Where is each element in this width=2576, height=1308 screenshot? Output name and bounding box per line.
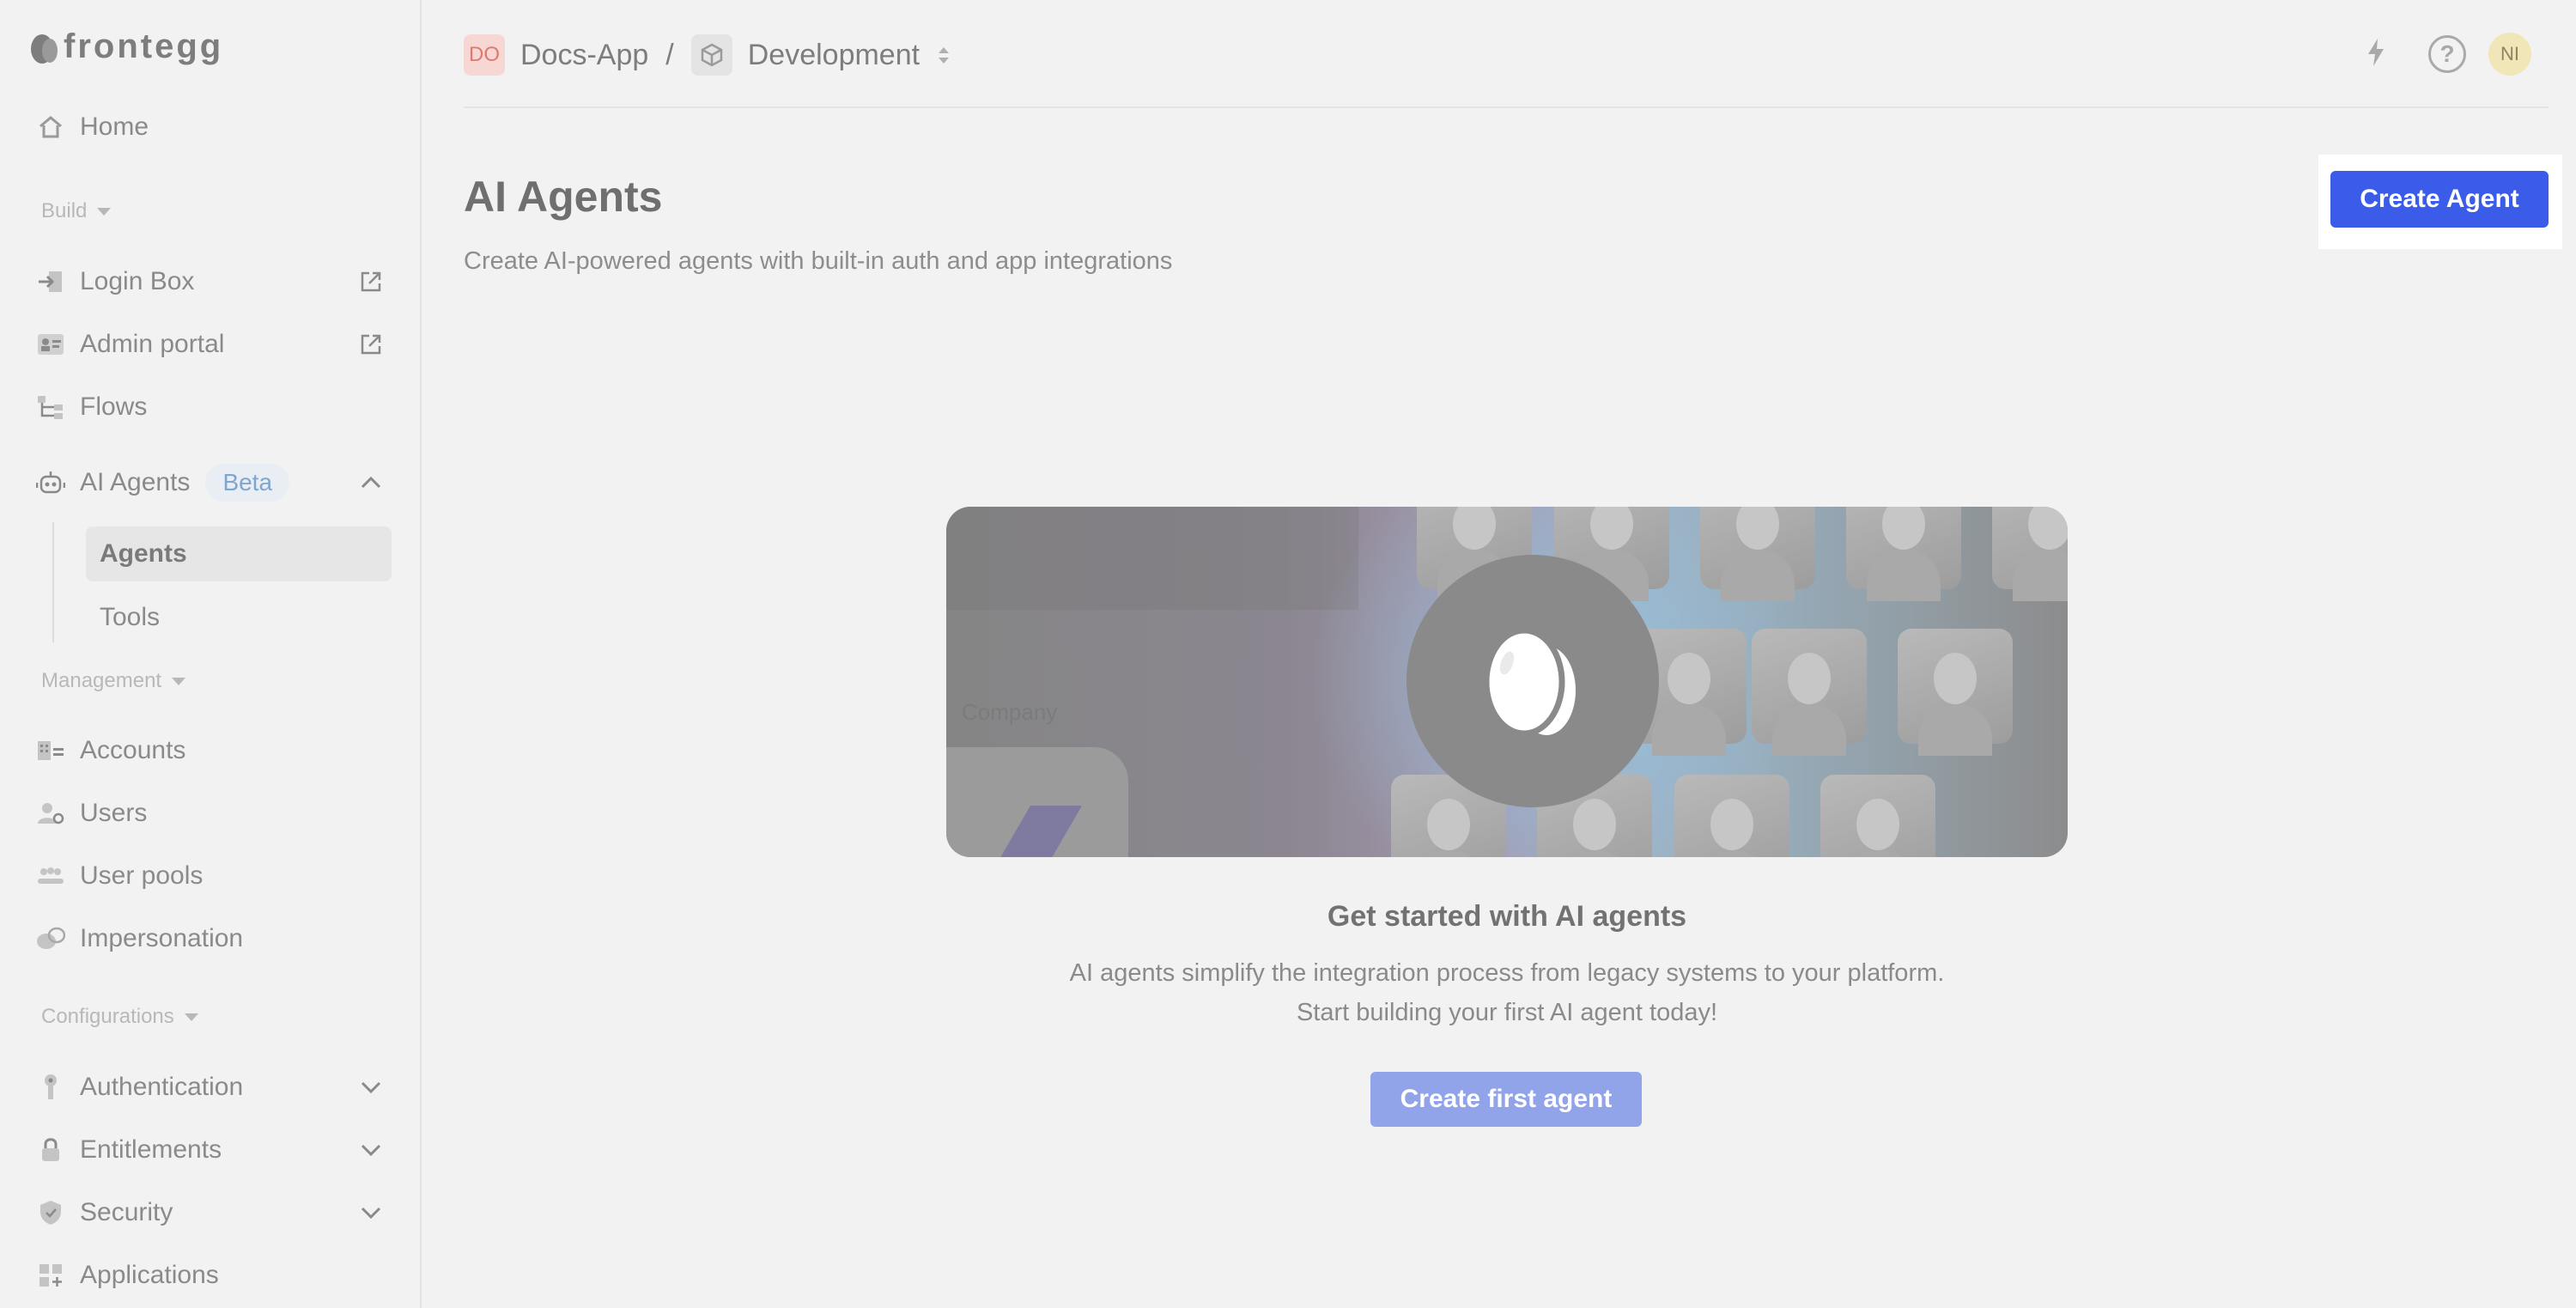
user-settings-icon	[36, 799, 65, 828]
login-icon	[36, 267, 65, 296]
shield-icon	[36, 1198, 65, 1227]
avatar-tile	[1820, 775, 1935, 857]
submenu-guide-line	[52, 522, 54, 642]
sidebar-item-label: AI Agents	[80, 468, 191, 496]
sidebar-item-label: Login Box	[80, 267, 195, 295]
sidebar-item-label: Impersonation	[80, 924, 244, 952]
applications-icon	[36, 1261, 65, 1290]
chevron-down-icon[interactable]	[354, 1124, 388, 1176]
flows-icon	[36, 392, 65, 422]
header-actions: ? NI	[2366, 33, 2531, 76]
robot-icon	[36, 468, 65, 497]
company-label: Company	[962, 699, 1058, 725]
avatar-tile	[1898, 629, 2013, 756]
breadcrumb-separator: /	[665, 38, 674, 71]
sidebar-item-flows[interactable]: Flows	[36, 381, 388, 433]
caret-down-icon	[97, 207, 112, 216]
avatar-tile	[1674, 775, 1789, 857]
section-management[interactable]: Management	[41, 669, 186, 693]
empty-state-title: Get started with AI agents	[1327, 900, 1687, 933]
sidebar-subitem-tools[interactable]: Tools	[86, 590, 392, 645]
sidebar-item-label: Home	[80, 113, 149, 141]
page-subtitle: Create AI-powered agents with built-in a…	[464, 247, 1173, 275]
ai-agents-hero-illustration: Company	[946, 507, 2068, 857]
sidebar-item-user-pools[interactable]: User pools	[36, 850, 388, 902]
egg-icon	[1483, 627, 1576, 737]
sidebar-item-users[interactable]: Users	[36, 788, 388, 839]
app-initials-badge[interactable]: DO	[464, 34, 505, 76]
hero-top-band	[946, 507, 1358, 610]
egg-logo-icon	[31, 34, 58, 64]
sidebar-item-label: Admin portal	[80, 330, 225, 358]
company-card	[946, 747, 1128, 857]
caret-down-icon	[184, 1013, 198, 1021]
sidebar-item-admin-portal[interactable]: Admin portal	[36, 319, 388, 370]
app-name-link[interactable]: Docs-App	[520, 39, 648, 72]
user-pools-icon	[36, 861, 65, 891]
sidebar-item-security[interactable]: Security	[36, 1187, 388, 1238]
empty-state-line-1: AI agents simplify the integration proce…	[1069, 959, 1945, 987]
sidebar-item-impersonation[interactable]: Impersonation	[36, 913, 388, 964]
selector-updown-icon[interactable]	[939, 46, 950, 64]
top-header: DO Docs-App / Development ? NI	[464, 0, 2549, 108]
avatar-tile	[1992, 507, 2068, 601]
sidebar-item-authentication[interactable]: Authentication	[36, 1062, 388, 1113]
environment-cube-icon	[690, 34, 732, 76]
sidebar-item-label: Applications	[80, 1261, 219, 1289]
sidebar-item-label: Accounts	[80, 736, 186, 764]
sidebar-item-ai-agents[interactable]: AI Agents Beta	[36, 457, 388, 508]
breadcrumb: DO Docs-App / Development	[464, 34, 950, 76]
chevron-down-icon[interactable]	[354, 1062, 388, 1113]
admin-portal-icon	[36, 330, 65, 359]
empty-state-line-2: Start building your first AI agent today…	[1296, 999, 1718, 1026]
external-link-icon[interactable]	[354, 319, 388, 370]
sidebar-item-entitlements[interactable]: Entitlements	[36, 1124, 388, 1176]
egg-logo-circle	[1406, 555, 1659, 807]
home-icon	[36, 113, 65, 142]
lock-icon	[36, 1135, 65, 1165]
sidebar-item-label: Flows	[80, 392, 148, 421]
sidebar-item-accounts[interactable]: Accounts	[36, 725, 388, 776]
user-avatar[interactable]: NI	[2488, 33, 2531, 76]
beta-badge: Beta	[205, 464, 290, 502]
lightning-icon[interactable]	[2366, 38, 2385, 71]
sidebar-item-label: User pools	[80, 861, 204, 890]
avatar-tile	[1846, 507, 1961, 601]
section-configurations[interactable]: Configurations	[41, 1005, 198, 1029]
empty-state-description: AI agents simplify the integration proce…	[946, 953, 2068, 1032]
sidebar-item-label: Authentication	[80, 1073, 244, 1101]
environment-selector[interactable]: Development	[748, 39, 920, 72]
sidebar-item-applications[interactable]: Applications	[36, 1250, 388, 1301]
sidebar-item-login-box[interactable]: Login Box	[36, 256, 388, 307]
help-icon[interactable]: ?	[2428, 35, 2466, 73]
create-first-agent-button[interactable]: Create first agent	[1370, 1072, 1642, 1127]
create-agent-highlight: Create Agent	[2318, 155, 2562, 249]
key-icon	[36, 1073, 65, 1102]
create-agent-button[interactable]: Create Agent	[2330, 171, 2549, 228]
sidebar-item-label: Users	[80, 799, 148, 827]
avatar-tile	[1700, 507, 1815, 601]
sidebar: frontegg Home Build Login Box Admin port…	[0, 0, 422, 1308]
sidebar-item-label: Entitlements	[80, 1135, 222, 1164]
sidebar-item-home[interactable]: Home	[36, 101, 388, 153]
avatar-tile	[1752, 629, 1867, 756]
chevron-down-icon[interactable]	[354, 1187, 388, 1238]
section-build[interactable]: Build	[41, 199, 112, 223]
page-title: AI Agents	[464, 173, 663, 221]
section-label: Management	[41, 669, 162, 692]
sidebar-subitem-agents[interactable]: Agents	[86, 526, 392, 581]
external-link-icon[interactable]	[354, 256, 388, 307]
section-label: Build	[41, 199, 88, 222]
frontegg-logo[interactable]: frontegg	[27, 26, 223, 67]
brand-name: frontegg	[64, 27, 224, 65]
impersonation-icon	[36, 924, 65, 953]
accounts-icon	[36, 736, 65, 765]
section-label: Configurations	[41, 1005, 174, 1028]
caret-down-icon	[172, 677, 186, 685]
sidebar-item-label: Security	[80, 1198, 173, 1226]
chevron-up-icon[interactable]	[354, 457, 388, 508]
